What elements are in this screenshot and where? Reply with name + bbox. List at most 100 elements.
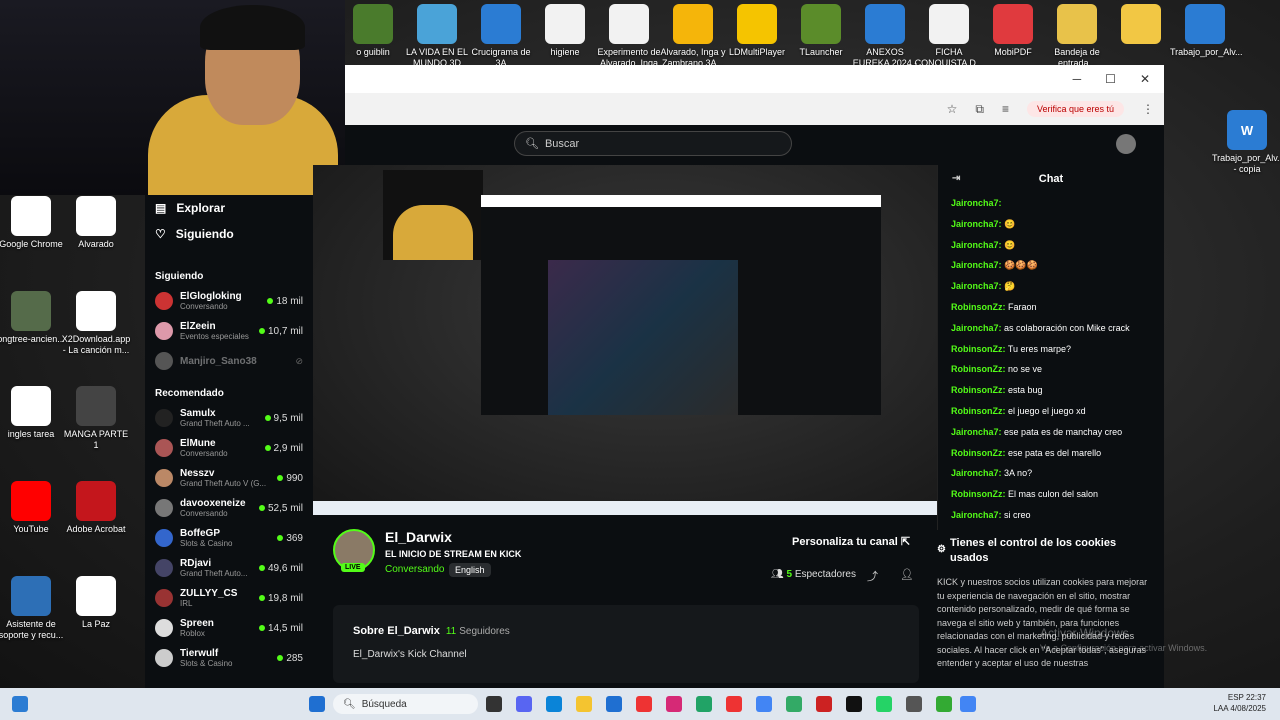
desktop-icon[interactable]: Crucigrama de 3A [466, 4, 536, 69]
start-icon[interactable] [309, 696, 325, 712]
sidebar-channel[interactable]: ZULLYY_CS IRL 19,8 mil [145, 583, 313, 613]
verify-button[interactable]: Verifica que eres tú [1026, 101, 1124, 117]
sidebar-channel[interactable]: Spreen Roblox 14,5 mil [145, 613, 313, 643]
sidebar-channel[interactable]: davooxeneize Conversando 52,5 mil [145, 493, 313, 523]
whatsapp-icon[interactable] [876, 696, 892, 712]
desktop-icon[interactable]: ingles tarea [0, 386, 66, 440]
video-player[interactable] [313, 165, 937, 515]
chat-message: RobinsonZz: Faraon [951, 301, 1037, 312]
live-dot-icon [258, 565, 265, 571]
task-view-icon[interactable] [12, 696, 28, 712]
desktop-icon-trabajo-copia[interactable]: W Trabajo_por_Alv... - copia [1212, 110, 1280, 175]
close-icon[interactable]: ✕ [1140, 72, 1150, 86]
desktop-icon[interactable]: pngtree-ancien... [0, 291, 66, 345]
desktop-icon[interactable]: FICHA CONQUISTA D... [914, 4, 984, 69]
desktop-icon[interactable]: o guiblin [338, 4, 408, 58]
live-dot-icon [267, 298, 274, 304]
channel-description: El_Darwix's Kick Channel [353, 649, 467, 660]
app4-icon[interactable] [846, 696, 862, 712]
follow-user-icon[interactable]: 👤︎ [900, 568, 914, 581]
desktop-icon[interactable]: X2Download.app - La canción m... [61, 291, 131, 356]
chat-message: RobinsonZz: Tu eres marpe? [951, 343, 1072, 354]
chrome-active-icon[interactable] [960, 696, 976, 712]
desktop-icon[interactable]: La Paz [61, 576, 131, 630]
desktop-icon[interactable]: Adobe Acrobat [61, 481, 131, 535]
app3-icon[interactable] [816, 696, 832, 712]
search-input[interactable]: 🔍︎ Buscar [514, 131, 792, 156]
app5-icon[interactable] [906, 696, 922, 712]
discord-icon[interactable] [516, 696, 532, 712]
viewer-count: 2,9 mil [264, 443, 303, 454]
channel-avatar [155, 529, 173, 547]
cookie-body: KICK y nuestros socios utilizan cookies … [937, 577, 1148, 668]
nav-explore[interactable]: ▤ Explorar [145, 195, 313, 221]
file-explorer-icon[interactable] [576, 696, 592, 712]
live-dot-icon [277, 475, 284, 481]
desktop-icon[interactable]: Asistente de soporte y recu... [0, 576, 66, 641]
sidebar-channel[interactable]: Tierwulf Slots & Casino 285 [145, 643, 313, 673]
collapse-chat-icon[interactable]: ⇥ [952, 173, 960, 184]
language-tag[interactable]: English [449, 563, 491, 577]
viewer-count: 👥︎ 5 Espectadores [771, 569, 856, 580]
mail-icon[interactable] [606, 696, 622, 712]
more-menu-icon[interactable]: ⋮ [1142, 102, 1154, 116]
desktop-icon[interactable] [1106, 4, 1176, 47]
star-icon[interactable]: ☆ [947, 102, 958, 116]
recommended-list: Samulx Grand Theft Auto ... 9,5 mil ElMune C… [145, 403, 313, 673]
media-icon[interactable]: ≡ [1002, 102, 1009, 116]
desktop-icon[interactable]: Alvarado, Inga y Zambrano 3A... [658, 4, 728, 69]
desktop-icon[interactable]: MobiPDF [978, 4, 1048, 58]
maximize-icon[interactable]: ☐ [1105, 72, 1116, 86]
people-icon: 👥︎ [771, 569, 787, 580]
viewer-count: 49,6 mil [258, 563, 303, 574]
sidebar-channel[interactable]: Manjiro_Sano38 ⊘ [145, 346, 313, 376]
desktop-icon[interactable]: higiene [530, 4, 600, 58]
desktop-icon[interactable]: Bandeja de entrada... [1042, 4, 1112, 69]
instagram-icon[interactable] [666, 696, 682, 712]
stream-category[interactable]: Conversando [385, 564, 444, 575]
desktop-icon[interactable]: YouTube [0, 481, 66, 535]
youtube-icon[interactable] [726, 696, 742, 712]
desktop-icon[interactable]: MANGA PARTE 1 [61, 386, 131, 451]
taskview-icon[interactable] [486, 696, 502, 712]
edge-icon[interactable] [546, 696, 562, 712]
app-icon [11, 291, 51, 331]
extensions-icon[interactable]: ⧉ [975, 102, 984, 117]
excel-icon[interactable] [696, 696, 712, 712]
desktop-icon[interactable]: TLauncher [786, 4, 856, 58]
live-dot-icon [264, 445, 271, 451]
minecraft-icon[interactable] [936, 696, 952, 712]
file-icon [737, 4, 777, 44]
sidebar-channel[interactable]: BoffeGP Slots & Casino 369 [145, 523, 313, 553]
live-badge: LIVE [341, 563, 365, 572]
desktop-icon[interactable]: LA VIDA EN EL MUNDO 3D [402, 4, 472, 69]
chrome-icon[interactable] [756, 696, 772, 712]
desktop-icon[interactable]: Alvarado [61, 196, 131, 250]
desktop-icon[interactable]: Trabajo_por_Alv... [1170, 4, 1243, 58]
app2-icon[interactable] [786, 696, 802, 712]
channel-avatar [155, 619, 173, 637]
sidebar-channel[interactable]: ElMune Conversando 2,9 mil [145, 433, 313, 463]
system-tray[interactable]: ESP 22:37 LAA 4/08/2025 [1213, 692, 1266, 714]
user-avatar[interactable] [1116, 134, 1136, 154]
channel-avatar [155, 499, 173, 517]
sidebar-channel[interactable]: Nesszv Grand Theft Auto V (G... 990 [145, 463, 313, 493]
customize-channel-button[interactable]: Personaliza tu canal ⇱ [786, 531, 916, 552]
channel-avatar [155, 649, 173, 667]
sidebar-channel[interactable]: ElGlogloking Conversando 18 mil [145, 286, 313, 316]
taskbar-search[interactable]: 🔍︎ Búsqueda [333, 694, 478, 714]
minimize-icon[interactable]: ─ [1073, 72, 1082, 86]
sidebar-channel[interactable]: ElZeein Eventos especiales 10,7 mil [145, 316, 313, 346]
sidebar-channel[interactable]: RDjavi Grand Theft Auto... 49,6 mil [145, 553, 313, 583]
desktop-icon[interactable]: Google Chrome [0, 196, 66, 250]
browser-titlebar: ─ ☐ ✕ [345, 65, 1164, 93]
browser-toolbar: ☆ ⧉ ≡ Verifica que eres tú ⋮ [345, 93, 1164, 125]
nav-following[interactable]: ♡ Siguiendo [145, 221, 313, 247]
app-icon[interactable] [636, 696, 652, 712]
webcam-overlay [0, 0, 345, 195]
share-icon[interactable]: ⤴ [867, 568, 878, 584]
desktop-icon[interactable]: LDMultiPlayer [722, 4, 792, 58]
channel-name[interactable]: El_Darwix [385, 529, 452, 545]
viewer-count: 10,7 mil [258, 326, 303, 337]
sidebar-channel[interactable]: Samulx Grand Theft Auto ... 9,5 mil [145, 403, 313, 433]
